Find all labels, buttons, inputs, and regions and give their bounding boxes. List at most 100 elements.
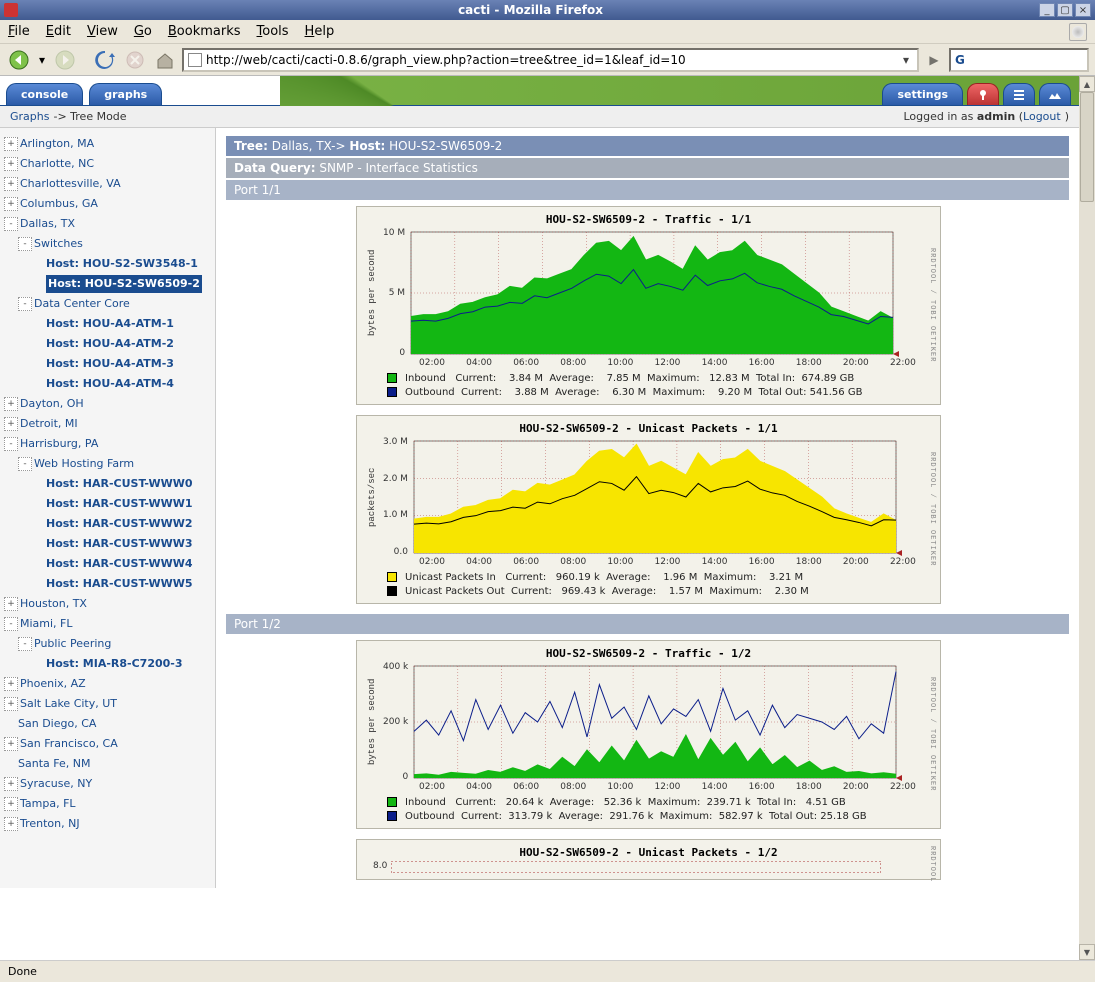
tree-link[interactable]: Miami, FL [20, 615, 73, 633]
tree-item[interactable]: Santa Fe, NM [4, 754, 211, 774]
tree-toggle-icon[interactable]: - [18, 637, 32, 651]
tree-link[interactable]: Charlotte, NC [20, 155, 94, 173]
graph-traffic-2[interactable]: RRDTOOL / TOBI OETIKER HOU-S2-SW6509-2 -… [356, 640, 941, 829]
tree-toggle-icon[interactable]: - [18, 457, 32, 471]
tree-item[interactable]: -Harrisburg, PA [4, 434, 211, 454]
tree-link[interactable]: Detroit, MI [20, 415, 78, 433]
tree-link[interactable]: San Diego, CA [18, 715, 96, 733]
back-button[interactable] [6, 47, 32, 73]
tree-item[interactable]: Host: HOU-A4-ATM-4 [4, 374, 211, 394]
tree-toggle-icon[interactable]: + [4, 737, 18, 751]
breadcrumb-link[interactable]: Graphs [10, 110, 49, 123]
tree-item[interactable]: Host: HAR-CUST-WWW3 [4, 534, 211, 554]
tree-link[interactable]: Host: HOU-S2-SW6509-2 [46, 275, 202, 293]
tree-link[interactable]: Salt Lake City, UT [20, 695, 117, 713]
tree-toggle-icon[interactable]: + [4, 177, 18, 191]
tree-link[interactable]: Arlington, MA [20, 135, 94, 153]
tree-link[interactable]: Host: HOU-S2-SW3548-1 [46, 255, 198, 273]
close-button[interactable]: × [1075, 3, 1091, 17]
vertical-scrollbar[interactable]: ▲ ▼ [1079, 76, 1095, 960]
tab-settings[interactable]: settings [882, 83, 963, 105]
go-button[interactable]: ▶ [923, 49, 945, 71]
scroll-up-button[interactable]: ▲ [1079, 76, 1095, 92]
tree-link[interactable]: Houston, TX [20, 595, 87, 613]
tree-item[interactable]: -Public Peering [4, 634, 211, 654]
tree-item[interactable]: Host: HAR-CUST-WWW5 [4, 574, 211, 594]
tree-link[interactable]: Host: HAR-CUST-WWW0 [46, 475, 193, 493]
menu-view[interactable]: View [87, 24, 118, 39]
tree-item[interactable]: Host: HAR-CUST-WWW2 [4, 514, 211, 534]
tree-item[interactable]: -Data Center Core [4, 294, 211, 314]
stop-button[interactable] [122, 47, 148, 73]
tree-link[interactable]: Host: HAR-CUST-WWW2 [46, 515, 193, 533]
menu-bookmarks[interactable]: Bookmarks [168, 24, 241, 39]
maximize-button[interactable]: ▢ [1057, 3, 1073, 17]
tree-link[interactable]: Host: HOU-A4-ATM-4 [46, 375, 174, 393]
tree-link[interactable]: Harrisburg, PA [20, 435, 98, 453]
tree-item[interactable]: +Trenton, NJ [4, 814, 211, 834]
tab-tree-icon[interactable] [967, 83, 999, 105]
home-button[interactable] [152, 47, 178, 73]
tree-link[interactable]: Santa Fe, NM [18, 755, 90, 773]
tree-link[interactable]: Host: MIA-R8-C7200-3 [46, 655, 183, 673]
tree-toggle-icon[interactable]: + [4, 157, 18, 171]
graph-unicast-1[interactable]: RRDTOOL / TOBI OETIKER HOU-S2-SW6509-2 -… [356, 415, 941, 604]
menu-edit[interactable]: Edit [46, 24, 71, 39]
tab-console[interactable]: console [6, 83, 83, 105]
menu-help[interactable]: Help [305, 24, 335, 39]
tree-item[interactable]: Host: HAR-CUST-WWW1 [4, 494, 211, 514]
tree-toggle-icon[interactable]: + [4, 137, 18, 151]
tree-link[interactable]: Host: HOU-A4-ATM-1 [46, 315, 174, 333]
tree-link[interactable]: Trenton, NJ [20, 815, 80, 833]
reload-button[interactable] [92, 47, 118, 73]
tree-item[interactable]: Host: HAR-CUST-WWW4 [4, 554, 211, 574]
tree-item[interactable]: +San Francisco, CA [4, 734, 211, 754]
tab-graphs[interactable]: graphs [89, 83, 162, 105]
tree-link[interactable]: Host: HOU-A4-ATM-2 [46, 335, 174, 353]
tree-toggle-icon[interactable]: + [4, 797, 18, 811]
tree-toggle-icon[interactable]: + [4, 417, 18, 431]
tab-list-icon[interactable] [1003, 83, 1035, 105]
tree-item[interactable]: -Web Hosting Farm [4, 454, 211, 474]
tree-toggle-icon[interactable]: - [4, 437, 18, 451]
tree-toggle-icon[interactable]: + [4, 197, 18, 211]
tree-link[interactable]: Switches [34, 235, 83, 253]
back-dropdown[interactable]: ▾ [36, 47, 48, 73]
tree-item[interactable]: -Miami, FL [4, 614, 211, 634]
scroll-down-button[interactable]: ▼ [1079, 944, 1095, 960]
tree-item[interactable]: Host: HAR-CUST-WWW0 [4, 474, 211, 494]
tree-link[interactable]: Columbus, GA [20, 195, 98, 213]
tree-toggle-icon[interactable]: - [4, 617, 18, 631]
tree-item[interactable]: +Houston, TX [4, 594, 211, 614]
tree-item[interactable]: +Syracuse, NY [4, 774, 211, 794]
tree-link[interactable]: Dayton, OH [20, 395, 84, 413]
tree-link[interactable]: Data Center Core [34, 295, 130, 313]
tree-item[interactable]: +Dayton, OH [4, 394, 211, 414]
tree-toggle-icon[interactable]: + [4, 677, 18, 691]
tree-item[interactable]: +Phoenix, AZ [4, 674, 211, 694]
menu-go[interactable]: Go [134, 24, 152, 39]
url-input[interactable] [206, 53, 895, 67]
tree-item[interactable]: San Diego, CA [4, 714, 211, 734]
tree-toggle-icon[interactable]: - [18, 297, 32, 311]
tree-item[interactable]: Host: HOU-A4-ATM-3 [4, 354, 211, 374]
url-history-dropdown[interactable]: ▾ [899, 53, 913, 67]
tree-item[interactable]: +Charlotte, NC [4, 154, 211, 174]
tree-toggle-icon[interactable]: + [4, 697, 18, 711]
tree-link[interactable]: Charlottesville, VA [20, 175, 121, 193]
tree-link[interactable]: Host: HOU-A4-ATM-3 [46, 355, 174, 373]
tree-item[interactable]: -Switches [4, 234, 211, 254]
forward-button[interactable] [52, 47, 78, 73]
tree-item[interactable]: +Arlington, MA [4, 134, 211, 154]
tree-toggle-icon[interactable]: - [18, 237, 32, 251]
tree-link[interactable]: Syracuse, NY [20, 775, 92, 793]
tree-toggle-icon[interactable]: - [4, 217, 18, 231]
tree-item[interactable]: +Salt Lake City, UT [4, 694, 211, 714]
search-box[interactable]: G [949, 48, 1089, 72]
tree-item[interactable]: Host: MIA-R8-C7200-3 [4, 654, 211, 674]
tree-item[interactable]: Host: HOU-A4-ATM-1 [4, 314, 211, 334]
menu-tools[interactable]: Tools [257, 24, 289, 39]
tree-toggle-icon[interactable]: + [4, 397, 18, 411]
tree-link[interactable]: Tampa, FL [20, 795, 76, 813]
menu-file[interactable]: File [8, 24, 30, 39]
